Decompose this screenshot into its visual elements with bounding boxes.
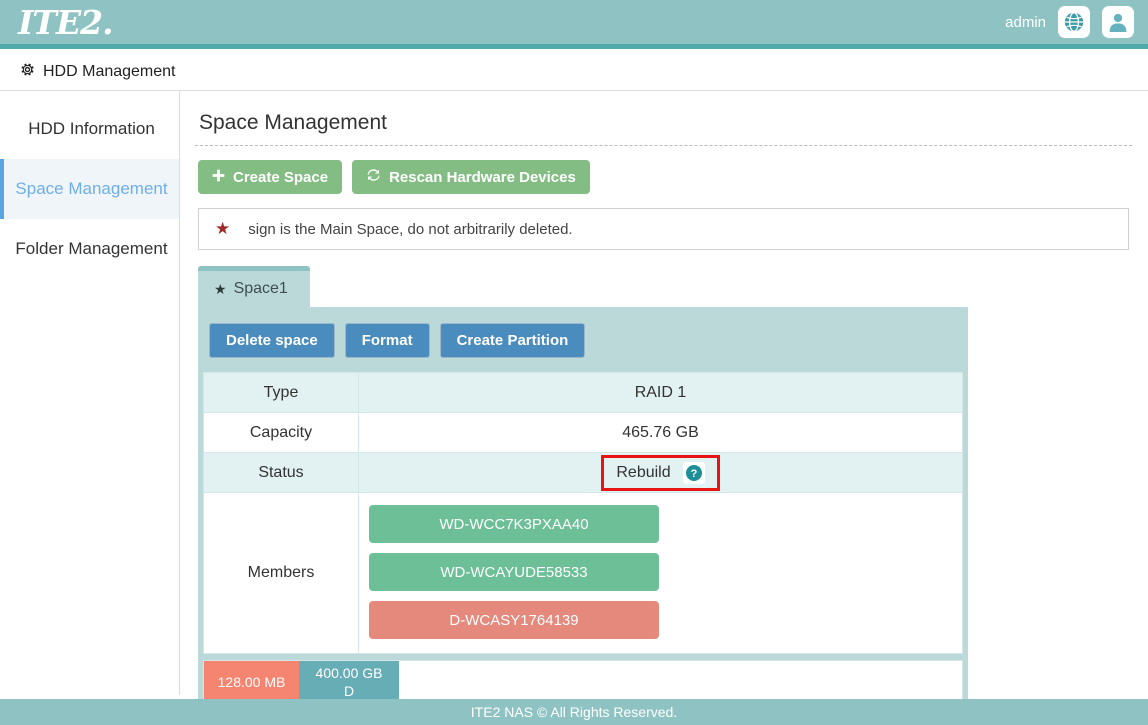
create-partition-button[interactable]: Create Partition <box>440 323 586 358</box>
create-space-button[interactable]: Create Space <box>198 160 342 194</box>
capacity-label: Capacity <box>204 413 359 453</box>
sidebar-item-label: HDD Information <box>28 119 155 139</box>
user-avatar-icon[interactable] <box>1102 6 1134 38</box>
table-row-capacity: Capacity 465.76 GB <box>204 413 963 453</box>
space-tab-strip: ★ Space1 <box>198 266 1132 307</box>
status-badge: Rebuild ? <box>601 455 719 491</box>
star-icon: ★ <box>214 281 227 298</box>
notice-text: sign is the Main Space, do not arbitrari… <box>248 221 572 238</box>
globe-icon[interactable] <box>1058 6 1090 38</box>
tab-label: Space1 <box>234 280 288 298</box>
capacity-value: 465.76 GB <box>359 413 963 453</box>
sidebar: HDD Information Space Management Folder … <box>0 91 180 695</box>
main-content: Space Management Create Space <box>181 91 1148 695</box>
members-value-cell: WD-WCC7K3PXAA40 WD-WCAYUDE58533 D-WCASY1… <box>359 493 963 654</box>
members-label: Members <box>204 493 359 654</box>
partition-segment[interactable]: 128.00 MB <box>204 661 299 704</box>
breadcrumb: HDD Management <box>0 54 1148 91</box>
sidebar-item-folder-management[interactable]: Folder Management <box>0 219 179 279</box>
breadcrumb-label: HDD Management <box>43 63 176 81</box>
member-chip[interactable]: WD-WCC7K3PXAA40 <box>369 505 659 543</box>
sidebar-item-label: Space Management <box>15 179 167 199</box>
status-value-cell: Rebuild ? <box>359 453 963 493</box>
sidebar-item-label: Folder Management <box>15 239 167 259</box>
header-actions: admin <box>1005 6 1134 38</box>
question-mark-icon[interactable]: ? <box>683 462 705 484</box>
member-chip[interactable]: D-WCASY1764139 <box>369 601 659 639</box>
delete-space-button[interactable]: Delete space <box>209 323 335 358</box>
table-row-type: Type RAID 1 <box>204 373 963 413</box>
table-row-status: Status Rebuild ? <box>204 453 963 493</box>
rescan-hardware-devices-button[interactable]: Rescan Hardware Devices <box>352 160 590 194</box>
format-button[interactable]: Format <box>345 323 430 358</box>
space-details-table: Type RAID 1 Capacity 465.76 GB Status Re… <box>203 372 963 654</box>
action-button-row: Create Space Rescan Hardware Devices <box>195 160 1132 194</box>
type-value: RAID 1 <box>359 373 963 413</box>
brand-logo[interactable]: ITE2. <box>18 3 113 42</box>
refresh-icon <box>366 168 381 186</box>
partition-segment[interactable]: 400.00 GB D <box>299 661 399 704</box>
space-action-row: Delete space Format Create Partition <box>203 323 963 372</box>
table-row-members: Members WD-WCC7K3PXAA40 WD-WCAYUDE58533 … <box>204 493 963 654</box>
member-chip[interactable]: WD-WCAYUDE58533 <box>369 553 659 591</box>
status-text: Rebuild <box>616 464 670 482</box>
rescan-label: Rescan Hardware Devices <box>389 169 576 186</box>
star-icon: ★ <box>215 219 230 239</box>
main-space-notice: ★ sign is the Main Space, do not arbitra… <box>198 208 1129 250</box>
sidebar-item-space-management[interactable]: Space Management <box>0 159 179 219</box>
partition-size: 128.00 MB <box>218 674 286 692</box>
type-label: Type <box>204 373 359 413</box>
app-root: ITE2. admin <box>0 0 1148 725</box>
create-space-label: Create Space <box>233 169 328 186</box>
status-label: Status <box>204 453 359 493</box>
username-label: admin <box>1005 14 1046 31</box>
gear-icon <box>20 62 35 82</box>
page-title: Space Management <box>195 107 1132 146</box>
sidebar-item-hdd-information[interactable]: HDD Information <box>0 99 179 159</box>
partition-size: 400.00 GB <box>316 665 383 683</box>
footer: ITE2 NAS © All Rights Reserved. <box>0 699 1148 725</box>
plus-icon <box>212 169 225 186</box>
footer-text: ITE2 NAS © All Rights Reserved. <box>471 704 677 720</box>
top-header-bar: ITE2. admin <box>0 0 1148 49</box>
space-tab-panel: Delete space Format Create Partition Typ… <box>198 307 968 711</box>
member-chip-list: WD-WCC7K3PXAA40 WD-WCAYUDE58533 D-WCASY1… <box>359 505 962 639</box>
partition-letter: D <box>344 683 354 701</box>
tab-space1[interactable]: ★ Space1 <box>198 266 310 307</box>
svg-text:?: ? <box>690 468 697 480</box>
